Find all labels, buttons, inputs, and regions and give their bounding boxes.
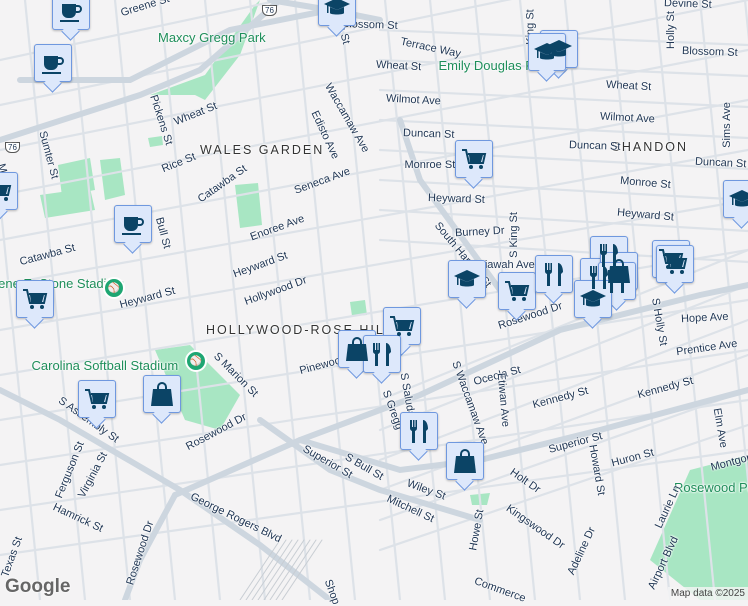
grocery-icon	[663, 254, 688, 274]
street-label: Wheat St	[605, 78, 652, 94]
shopping-icon	[454, 449, 476, 473]
google-logo: Google	[5, 576, 71, 597]
shopping-icon	[346, 337, 368, 361]
street-label: Blossom St	[681, 45, 738, 59]
street-label: Duncan St	[402, 127, 455, 141]
neighborhood-label: WALES GARDEN	[200, 143, 325, 157]
grocery-marker[interactable]	[16, 280, 54, 318]
grocery-icon	[85, 389, 110, 409]
school-icon	[534, 43, 560, 60]
cafe-marker[interactable]	[52, 0, 90, 30]
street-label: Hope Ave	[680, 310, 729, 326]
restaurant-marker[interactable]	[400, 412, 438, 450]
restaurant-icon	[409, 420, 428, 443]
cafe-marker[interactable]	[114, 205, 152, 243]
route-shield-76: 76	[262, 5, 277, 16]
street-label: Monroe St	[404, 159, 456, 171]
street-label: Holly St	[664, 11, 677, 49]
rail-track	[251, 539, 293, 600]
street-label: Devine St	[663, 0, 712, 11]
stadium-icon[interactable]: ⚾	[185, 350, 207, 372]
neighborhood-label: SHANDON	[611, 140, 689, 154]
school-icon	[454, 270, 480, 287]
park-area	[235, 183, 262, 228]
school-marker[interactable]	[574, 280, 612, 318]
school-marker[interactable]	[723, 180, 748, 218]
route-shield-76: 76	[5, 142, 20, 153]
street-label: Duncan St	[568, 139, 621, 153]
grocery-marker[interactable]	[78, 380, 116, 418]
grocery-icon	[505, 281, 530, 301]
map-attribution[interactable]: Map data ©2025	[667, 587, 748, 600]
grocery-marker[interactable]	[0, 172, 18, 210]
cafe-marker[interactable]	[34, 44, 72, 82]
cafe-icon	[42, 56, 64, 74]
school-marker[interactable]	[318, 0, 356, 26]
street-label: Kiawah Ave	[477, 259, 535, 271]
street-label: S King St	[507, 212, 520, 258]
school-marker[interactable]	[448, 260, 486, 298]
park-area	[100, 158, 125, 200]
restaurant-icon	[372, 343, 391, 366]
park-label: Carolina Softball Stadium	[31, 358, 179, 373]
school-marker[interactable]	[528, 33, 566, 71]
restaurant-marker[interactable]	[363, 335, 401, 373]
major-road	[297, 387, 748, 474]
school-icon	[324, 0, 350, 15]
grocery-icon	[23, 289, 48, 309]
park-label: Rosewood Park	[674, 480, 748, 495]
street-label: Sims Ave	[720, 102, 733, 148]
school-icon	[729, 190, 748, 207]
school-icon	[580, 290, 606, 307]
park-label: Maxcy Gregg Park	[158, 30, 266, 45]
grocery-marker[interactable]	[455, 140, 493, 178]
grocery-marker[interactable]	[498, 272, 536, 310]
stadium-icon[interactable]: ⚾	[103, 277, 125, 299]
shopping-marker[interactable]	[446, 442, 484, 480]
park-area	[40, 188, 95, 218]
grocery-icon	[390, 316, 415, 336]
cafe-icon	[122, 217, 144, 235]
grocery-icon	[0, 185, 12, 201]
shopping-marker[interactable]	[143, 375, 181, 413]
restaurant-marker[interactable]	[535, 255, 573, 293]
street-label: Heyward St	[427, 192, 485, 206]
grocery-marker[interactable]	[656, 245, 694, 283]
shopping-icon	[151, 382, 173, 406]
restaurant-icon	[544, 263, 563, 286]
rail-track	[269, 539, 311, 600]
cafe-icon	[60, 4, 82, 22]
street-label: Wheat St	[375, 58, 422, 74]
grocery-icon	[462, 149, 487, 169]
restaurant-icon	[607, 270, 626, 293]
rail-track	[263, 539, 305, 600]
